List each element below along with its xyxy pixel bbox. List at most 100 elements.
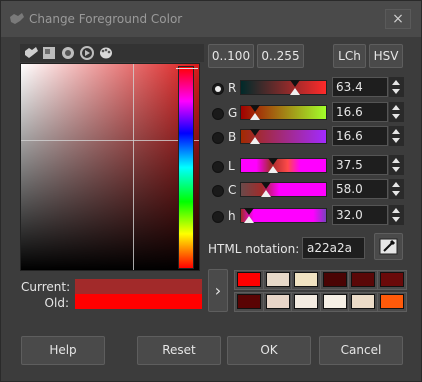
title-bar: Change Foreground Color × (1, 1, 421, 37)
slider-thumb-top (261, 182, 271, 189)
history-swatch[interactable] (262, 292, 293, 312)
history-swatch-color (322, 272, 347, 287)
saturation-value-square[interactable] (20, 63, 200, 271)
channel-slider-r[interactable] (240, 80, 327, 95)
close-button[interactable]: × (385, 9, 411, 29)
history-add-button[interactable]: › (208, 269, 228, 312)
old-color-swatch[interactable] (75, 294, 202, 309)
range-0-255-button[interactable]: 0..255 (257, 44, 304, 68)
spin-up-icon[interactable] (392, 208, 400, 213)
cmyk-selector-icon[interactable] (41, 45, 57, 61)
channel-label-b: B (228, 130, 237, 144)
channel-radio-g[interactable] (212, 108, 224, 120)
history-swatch[interactable] (348, 292, 378, 312)
history-swatch[interactable] (376, 270, 407, 290)
slider-thumb-top (244, 208, 254, 215)
channel-radio-r[interactable] (212, 83, 224, 95)
slider-thumb[interactable] (268, 166, 278, 173)
channel-slider-l[interactable] (240, 158, 327, 173)
eyedropper-icon (379, 238, 398, 255)
reset-button[interactable]: Reset (137, 336, 221, 365)
wheel-selector-icon[interactable] (60, 45, 76, 61)
slider-thumb[interactable] (250, 113, 260, 120)
history-swatch-color (265, 272, 290, 287)
channel-radio-b[interactable] (212, 132, 224, 144)
spin-down-icon[interactable] (392, 138, 400, 143)
channel-value-hue[interactable]: 32.0 (332, 205, 388, 225)
spin-up-icon[interactable] (392, 105, 400, 110)
window-title: Change Foreground Color (29, 12, 183, 26)
history-swatch-color (265, 294, 290, 309)
triangle-selector-icon[interactable] (79, 45, 95, 61)
hue-marker[interactable] (176, 68, 198, 69)
slider-thumb[interactable] (250, 137, 260, 144)
channel-value-l[interactable]: 37.5 (332, 155, 388, 175)
channel-slider-b[interactable] (240, 129, 327, 144)
spin-down-icon[interactable] (392, 167, 400, 172)
ok-button[interactable]: OK (227, 336, 311, 365)
history-swatch-color (294, 272, 318, 287)
history-swatch[interactable] (376, 292, 407, 312)
history-swatch[interactable] (234, 292, 264, 312)
channel-spin-l[interactable] (389, 155, 404, 175)
channel-value-b[interactable]: 16.6 (332, 126, 388, 146)
channel-spin-g[interactable] (389, 102, 404, 122)
channel-radio-l[interactable] (212, 161, 224, 173)
slider-thumb[interactable] (244, 216, 254, 223)
slider-thumb[interactable] (261, 190, 271, 197)
change-foreground-color-dialog: Change Foreground Color × Current: Old: … (0, 0, 422, 382)
spin-down-icon[interactable] (392, 114, 400, 119)
history-swatch[interactable] (348, 270, 378, 290)
html-notation-input[interactable]: a22a2a (302, 237, 365, 259)
eyedropper-button[interactable] (374, 233, 403, 260)
spin-down-icon[interactable] (392, 191, 400, 196)
history-swatch[interactable] (234, 270, 264, 290)
gimp-selector-icon[interactable] (23, 45, 39, 61)
channel-value-g[interactable]: 16.6 (332, 102, 388, 122)
spin-up-icon[interactable] (392, 182, 400, 187)
channel-slider-c[interactable] (240, 182, 327, 197)
history-swatch[interactable] (262, 270, 293, 290)
channel-radio-hue[interactable] (212, 211, 224, 223)
sv-crosshair-vertical (133, 64, 134, 270)
channel-spin-r[interactable] (389, 77, 404, 97)
chevron-right-icon: › (214, 281, 222, 300)
channel-value-r[interactable]: 63.4 (332, 77, 388, 97)
lch-button[interactable]: LCh (333, 44, 366, 68)
current-label: Current: (21, 280, 71, 294)
history-swatch-color (237, 272, 261, 287)
gimp-app-icon (10, 13, 24, 24)
history-swatch[interactable] (291, 292, 321, 312)
channel-slider-hue[interactable] (240, 208, 327, 223)
palette-selector-icon[interactable] (98, 45, 114, 61)
old-label: Old: (44, 296, 69, 310)
channel-spin-b[interactable] (389, 126, 404, 146)
sv-crosshair-horizontal (21, 140, 199, 141)
channel-slider-g[interactable] (240, 105, 327, 120)
spin-up-icon[interactable] (392, 129, 400, 134)
spin-up-icon[interactable] (392, 158, 400, 163)
close-icon: × (392, 11, 404, 27)
current-color-swatch (75, 279, 202, 294)
history-swatch[interactable] (319, 270, 350, 290)
html-notation-label: HTML notation: (208, 242, 300, 256)
spin-down-icon[interactable] (392, 89, 400, 94)
channel-label-r: R (228, 81, 237, 95)
hue-strip[interactable] (176, 66, 198, 269)
channel-spin-c[interactable] (389, 179, 404, 199)
history-swatch-color (351, 294, 375, 309)
spin-up-icon[interactable] (392, 80, 400, 85)
channel-value-c[interactable]: 58.0 (332, 179, 388, 199)
cancel-button[interactable]: Cancel (319, 336, 403, 365)
channel-radio-c[interactable] (212, 185, 224, 197)
history-swatch[interactable] (319, 292, 350, 312)
spin-down-icon[interactable] (392, 217, 400, 222)
hsv-button[interactable]: HSV (369, 44, 403, 68)
help-button[interactable]: Help (21, 336, 105, 365)
slider-thumb[interactable] (290, 88, 300, 95)
history-swatch-color (322, 294, 347, 309)
history-swatch[interactable] (291, 270, 321, 290)
range-0-100-button[interactable]: 0..100 (208, 44, 254, 68)
channel-spin-hue[interactable] (389, 205, 404, 225)
history-swatch-color (351, 272, 375, 287)
